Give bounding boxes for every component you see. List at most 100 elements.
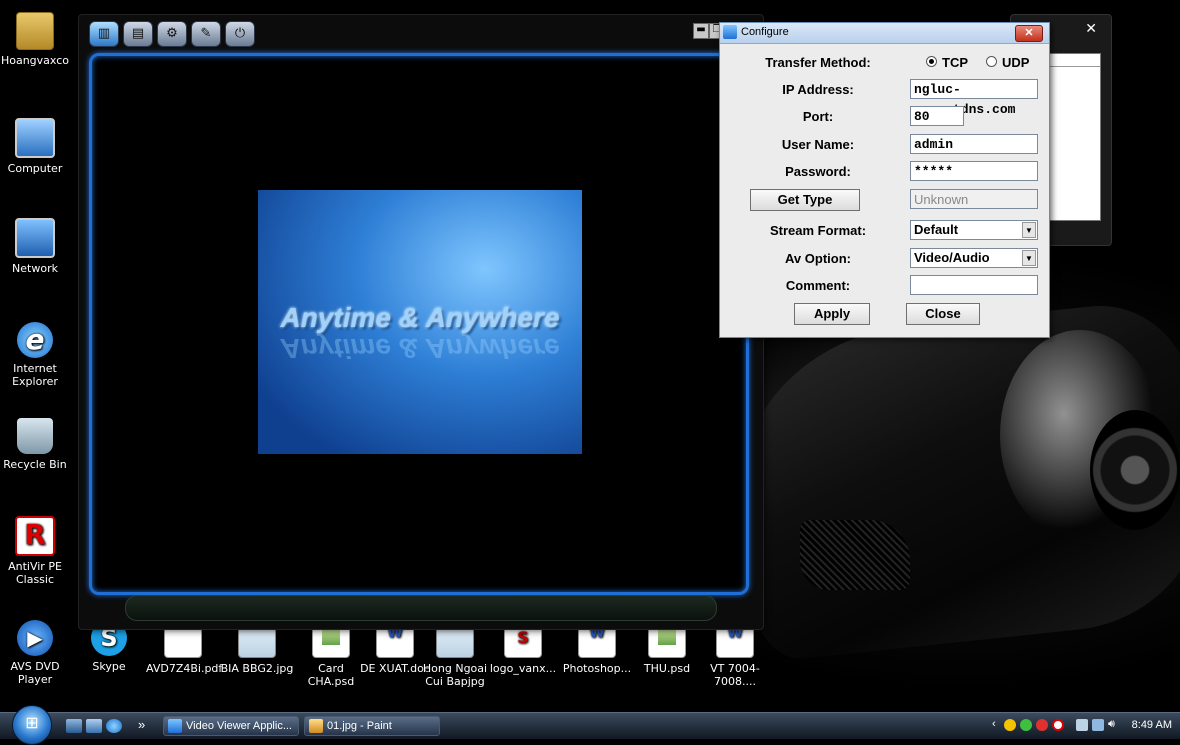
desktop-icon-label: THU.psd xyxy=(643,662,691,675)
udp-radio[interactable]: UDP xyxy=(986,55,1029,70)
paint-icon xyxy=(309,719,323,733)
desktop-icon-label: Internet Explorer xyxy=(12,362,58,388)
port-row: Port: 80 xyxy=(720,105,1049,129)
ip-address-field[interactable]: ngluc-co.gotdns.com xyxy=(910,79,1038,117)
video-viewer-icon xyxy=(168,719,182,733)
desktop-icon-avs-dvd-player[interactable]: ▶ AVS DVD Player xyxy=(0,620,72,686)
user-name-field[interactable]: admin xyxy=(910,134,1038,154)
playback-button[interactable]: ▤ xyxy=(123,21,153,47)
viewer-toolbar: ▥ ▤ ⚙ ✎ ⏻ xyxy=(89,21,255,47)
desktop-icon-label: AVD7Z4Bi.pdf xyxy=(146,662,223,675)
desktop-icon-label: logo_vanx... xyxy=(489,662,557,675)
user-name-label: User Name: xyxy=(781,137,855,152)
power-button[interactable]: ⏻ xyxy=(225,21,255,47)
tray-security-icon[interactable] xyxy=(1020,719,1032,731)
background-list-header xyxy=(1050,54,1100,67)
radio-selected-icon xyxy=(926,56,937,67)
start-button[interactable]: ⊞ xyxy=(12,705,52,745)
apply-button[interactable]: Apply xyxy=(794,303,870,325)
desktop-icon-vt[interactable]: W VT 7004-7008.... xyxy=(698,620,772,688)
computer-icon xyxy=(15,118,55,158)
desktop-icon-recycle-bin[interactable]: Recycle Bin xyxy=(0,418,72,471)
tray-expand-icon[interactable]: ‹ xyxy=(992,718,996,730)
minimize-button[interactable]: ▬ xyxy=(693,23,709,39)
dialog-titlebar: Configure ✕ xyxy=(720,23,1049,44)
tcp-label: TCP xyxy=(942,55,968,70)
desktop-icon-label: BIA BBG2.jpg xyxy=(220,662,294,675)
stream-format-value: Default xyxy=(914,222,959,237)
desktop-icon-hong-ngoai[interactable]: Hong Ngoai Cui Bapjpg xyxy=(418,620,492,688)
video-display: Anytime & Anywhere Anytime & Anywhere xyxy=(89,53,749,595)
tray-app-icon[interactable] xyxy=(1004,719,1016,731)
desktop-icon-label: Hong Ngoai Cui Bapjpg xyxy=(422,662,488,688)
password-field[interactable]: ***** xyxy=(910,161,1038,181)
desktop-icon-label: AntiVir PE Classic xyxy=(8,560,62,586)
password-row: Password: ***** xyxy=(720,160,1049,184)
taskbar-item-paint[interactable]: 01.jpg - Paint xyxy=(304,716,440,736)
tcp-radio[interactable]: TCP xyxy=(926,55,968,70)
dropdown-arrow-icon[interactable]: ▼ xyxy=(1022,250,1036,266)
desktop-icon-label: Skype xyxy=(92,660,126,673)
dropdown-arrow-icon[interactable]: ▼ xyxy=(1022,222,1036,238)
network-status-icon[interactable] xyxy=(1092,719,1104,731)
taskbar-item-video-viewer[interactable]: Video Viewer Applic... xyxy=(163,716,299,736)
quick-launch-overflow-icon[interactable]: » xyxy=(138,717,145,732)
transfer-method-label: Transfer Method: xyxy=(765,55,871,70)
desktop-icon-computer[interactable]: Computer xyxy=(0,118,72,175)
comment-label: Comment: xyxy=(785,278,851,293)
desktop-icon-label: AVS DVD Player xyxy=(10,660,60,686)
splash-image: Anytime & Anywhere Anytime & Anywhere xyxy=(258,190,582,454)
live-view-button[interactable]: ▥ xyxy=(89,21,119,47)
tray-warning-icon[interactable] xyxy=(1036,719,1048,731)
av-option-select[interactable]: Video/Audio ▼ xyxy=(910,248,1038,268)
dialog-close-button[interactable]: ✕ xyxy=(1015,25,1043,42)
taskbar-item-label: 01.jpg - Paint xyxy=(327,720,392,732)
ip-address-label: IP Address: xyxy=(782,82,854,97)
desktop-icon-internet-explorer[interactable]: e Internet Explorer xyxy=(0,322,72,388)
get-type-button[interactable]: Get Type xyxy=(750,189,860,211)
desktop-icon-hoangvaxco[interactable]: Hoangvaxco xyxy=(0,12,72,67)
stream-format-row: Stream Format: Default ▼ xyxy=(720,219,1049,243)
avs-dvd-player-icon: ▶ xyxy=(17,620,53,656)
show-desktop-icon[interactable] xyxy=(66,719,82,733)
desktop-icon-card-psd[interactable]: Card CHA.psd xyxy=(294,620,368,688)
clock[interactable]: 8:49 AM xyxy=(1132,719,1172,731)
desktop-icon-antivir[interactable]: R AntiVir PE Classic xyxy=(0,516,72,586)
desktop: Hoangvaxco Computer Network e Internet E… xyxy=(0,0,1180,712)
tray-antivir-icon[interactable] xyxy=(1052,719,1064,731)
close-icon[interactable]: ✕ xyxy=(1085,21,1097,37)
desktop-icon-label: VT 7004-7008.... xyxy=(710,662,760,688)
comment-field[interactable] xyxy=(910,275,1038,295)
configure-dialog: Configure ✕ Transfer Method: TCP UDP IP … xyxy=(719,22,1050,338)
switch-windows-icon[interactable] xyxy=(86,719,102,733)
desktop-icon-label: Hoangvaxco xyxy=(0,54,70,67)
internet-explorer-icon[interactable] xyxy=(106,719,122,733)
av-option-label: Av Option: xyxy=(785,251,851,266)
tools-button[interactable]: ✎ xyxy=(191,21,221,47)
volume-icon[interactable]: 🔊︎ xyxy=(1108,718,1115,731)
desktop-icon-label: Computer xyxy=(7,162,63,175)
stream-format-label: Stream Format: xyxy=(769,223,867,238)
taskbar: ⊞ » Video Viewer Applic... 01.jpg - Pain… xyxy=(0,705,1180,745)
dialog-title: Configure xyxy=(741,26,789,38)
tray-device-icon[interactable] xyxy=(1076,719,1088,731)
av-option-row: Av Option: Video/Audio ▼ xyxy=(720,247,1049,271)
port-field[interactable]: 80 xyxy=(910,106,964,126)
antivir-icon: R xyxy=(15,516,55,556)
port-label: Port: xyxy=(802,109,834,124)
udp-label: UDP xyxy=(1002,55,1030,70)
network-icon xyxy=(15,218,55,258)
desktop-icon-label: Card CHA.psd xyxy=(307,662,355,688)
splash-reflection: Anytime & Anywhere xyxy=(280,333,560,364)
settings-button[interactable]: ⚙ xyxy=(157,21,187,47)
desktop-icon-network[interactable]: Network xyxy=(0,218,72,275)
wallpaper-grille xyxy=(800,520,910,590)
type-field: Unknown xyxy=(910,189,1038,209)
close-button[interactable]: Close xyxy=(906,303,980,325)
stream-format-select[interactable]: Default ▼ xyxy=(910,220,1038,240)
internet-explorer-icon: e xyxy=(17,322,53,358)
background-list xyxy=(1049,53,1101,221)
taskbar-item-label: Video Viewer Applic... xyxy=(186,720,292,732)
radio-unselected-icon xyxy=(986,56,997,67)
splash-text: Anytime & Anywhere xyxy=(280,302,560,333)
